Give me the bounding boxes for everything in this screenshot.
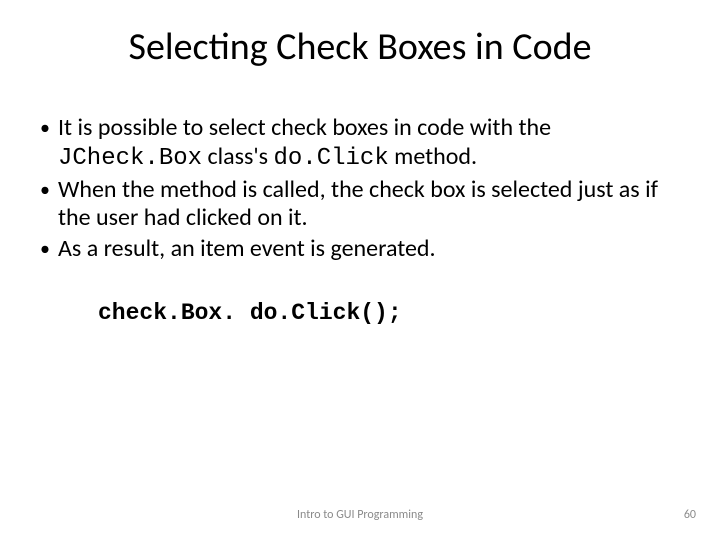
bullet-dot-icon: • bbox=[40, 235, 58, 263]
bullet-pre: When the method is called, the check box… bbox=[58, 175, 658, 233]
bullet-mid: class's bbox=[202, 142, 273, 171]
page-number: 60 bbox=[684, 508, 696, 522]
slide-title: Selecting Check Boxes in Code bbox=[0, 0, 720, 70]
bullet-dot-icon: • bbox=[40, 176, 58, 204]
code-block: check.Box. do.Click(); bbox=[40, 300, 672, 326]
bullet-item: • As a result, an item event is generate… bbox=[40, 235, 672, 264]
bullet-pre: As a result, an item event is generated. bbox=[58, 234, 436, 263]
bullet-dot-icon: • bbox=[40, 114, 58, 142]
slide: Selecting Check Boxes in Code • It is po… bbox=[0, 0, 720, 540]
footer-caption: Intro to GUI Programming bbox=[0, 508, 720, 522]
bullet-text: When the method is called, the check box… bbox=[58, 176, 672, 234]
bullet-text: It is possible to select check boxes in … bbox=[58, 114, 672, 174]
slide-body: • It is possible to select check boxes i… bbox=[0, 114, 720, 326]
inline-code: JCheck.Box bbox=[58, 145, 202, 172]
bullet-text: As a result, an item event is generated. bbox=[58, 235, 672, 264]
bullet-item: • When the method is called, the check b… bbox=[40, 176, 672, 234]
bullet-item: • It is possible to select check boxes i… bbox=[40, 114, 672, 174]
inline-code: do.Click bbox=[274, 145, 389, 172]
bullet-post: method. bbox=[389, 142, 477, 171]
bullet-pre: It is possible to select check boxes in … bbox=[58, 113, 551, 142]
